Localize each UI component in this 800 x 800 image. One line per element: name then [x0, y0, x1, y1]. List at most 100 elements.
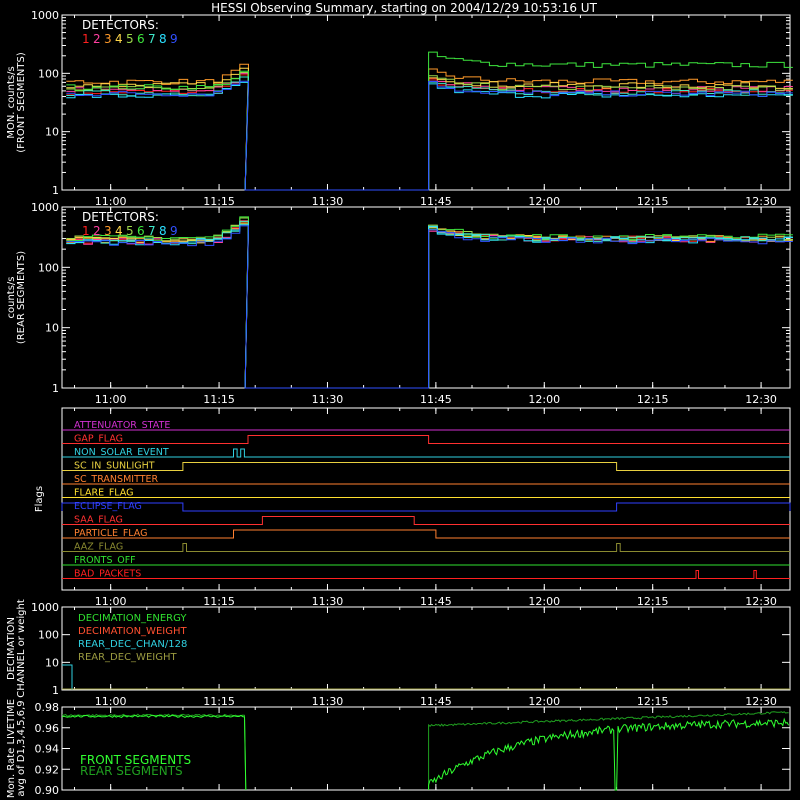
flag-label: SC_TRANSMITTER: [74, 474, 159, 485]
legend-detector: 8: [159, 32, 167, 46]
x-tick-label: 11:00: [95, 695, 127, 708]
panel-livetime: 0.900.920.940.960.98REAR SEGMENTSFRONT S…: [35, 701, 791, 797]
y-tick-label: 10: [45, 126, 59, 139]
y-tick-label: 100: [38, 261, 59, 274]
legend-detector: 9: [170, 224, 178, 238]
legend-item: DECIMATION_ENERGY: [78, 613, 187, 624]
series-detector-8: [66, 81, 793, 191]
y-tick-label: 0.98: [35, 701, 60, 714]
flag-line: [62, 570, 790, 579]
legend-detector: 6: [137, 32, 145, 46]
series-detector-4: [66, 67, 793, 191]
series-detector-1: [66, 74, 793, 191]
x-tick-label: 12:15: [637, 195, 669, 208]
y-tick-label: 1000: [31, 9, 59, 22]
flag-label: FLARE_FLAG: [74, 488, 134, 499]
x-tick-label: 11:30: [312, 393, 344, 406]
x-tick-label: 12:15: [637, 695, 669, 708]
chart-title: HESSI Observing Summary, starting on 200…: [211, 1, 597, 15]
x-tick-label: 11:00: [95, 393, 127, 406]
x-tick-label: 12:00: [528, 595, 560, 608]
legend-detector: 5: [126, 224, 134, 238]
legend-item: FRONT SEGMENTS: [80, 753, 191, 767]
x-tick-label: 11:00: [95, 195, 127, 208]
x-tick-label: 11:45: [420, 695, 452, 708]
y-axis-label: avg of D1,3,4,5,6,9: [16, 700, 27, 796]
flag-line: [62, 462, 790, 471]
series-detector-4: [66, 223, 793, 389]
y-tick-label: 10: [45, 322, 59, 335]
legend-detector: 6: [137, 224, 145, 238]
y-axis-label: Flags: [34, 486, 45, 512]
x-tick-label: 12:00: [528, 195, 560, 208]
panel-decimation: 11:00 11:15 11:30 11:45 12:00 12:15 12:30 1 10 10…: [31, 601, 791, 708]
flag-label: GAP_FLAG: [74, 434, 123, 445]
y-tick-label: 100: [38, 629, 59, 642]
flag-label: NON_SOLAR_EVENT: [74, 447, 169, 458]
hessi-summary-plot: HESSI Observing Summary, starting on 200…: [6, 1, 793, 798]
series-detector-3: [66, 221, 793, 389]
flag-label: PARTICLE_FLAG: [74, 528, 147, 539]
legend-detector: 3: [104, 224, 112, 238]
x-tick-label: 12:30: [745, 195, 777, 208]
flag-line: [62, 543, 790, 552]
legend-detector: 2: [93, 224, 101, 238]
y-tick-label: 1: [52, 684, 59, 697]
y-axis-label: (REAR SEGMENTS): [16, 251, 27, 344]
legend-detector: 5: [126, 32, 134, 46]
panel-flags: 11:00 11:15 11:30 11:45 12:00 12:15 12:30 Flags…: [34, 407, 791, 608]
y-axis-label: CHANNEL or weight: [16, 599, 27, 698]
legend-item: REAR_DEC_WEIGHT: [78, 652, 177, 663]
x-tick-label: 11:15: [203, 195, 235, 208]
legend-detector: 7: [148, 32, 156, 46]
flag-line: [62, 516, 790, 525]
series-rear-dec-chan: [62, 664, 73, 690]
legend-detector: 1: [82, 32, 90, 46]
x-tick-label: 12:30: [745, 393, 777, 406]
y-tick-label: 1: [52, 184, 59, 197]
series-detector-9: [66, 80, 793, 191]
legend-detector: 3: [104, 32, 112, 46]
x-tick-label: 11:15: [203, 393, 235, 406]
flag-line: [62, 529, 790, 539]
legend-title: DETECTORS:: [82, 210, 159, 224]
series-detector-7: [66, 76, 793, 191]
flag-label: SAA_FLAG: [74, 515, 123, 526]
panel-front: 11:00 11:15 11:30 11:45 12:00 12:15 12:30 1 10 10…: [31, 9, 793, 208]
legend-detector: 7: [148, 224, 156, 238]
legend-detector: 1: [82, 224, 90, 238]
x-tick-label: 11:45: [420, 393, 452, 406]
x-tick-label: 11:45: [420, 195, 452, 208]
x-tick-label: 11:45: [420, 595, 452, 608]
x-tick-label: 12:30: [745, 595, 777, 608]
series-detector-6: [66, 51, 793, 191]
y-tick-label: 0.90: [35, 784, 60, 797]
y-tick-label: 100: [38, 67, 59, 80]
y-tick-label: 0.94: [35, 743, 60, 756]
x-tick-label: 12:00: [528, 393, 560, 406]
y-tick-label: 1000: [31, 601, 59, 614]
x-tick-label: 11:15: [203, 595, 235, 608]
y-tick-label: 0.96: [35, 722, 60, 735]
flag-label: ATTENUATOR_STATE: [74, 420, 170, 431]
series-detector-2: [66, 220, 793, 389]
x-tick-label: 11:30: [312, 695, 344, 708]
x-tick-label: 12:00: [528, 695, 560, 708]
legend-detector: 2: [93, 32, 101, 46]
x-tick-label: 11:30: [312, 195, 344, 208]
legend-item: DECIMATION_WEIGHT: [78, 626, 187, 637]
flag-label: ECLIPSE_FLAG: [74, 501, 142, 512]
x-tick-label: 11:15: [203, 695, 235, 708]
flag-label: FRONTS_OFF: [74, 555, 136, 566]
y-tick-label: 1: [52, 382, 59, 395]
flag-label: AAZ_FLAG: [74, 542, 123, 553]
flag-line: [62, 435, 790, 444]
series-detector-9: [66, 225, 793, 389]
flag-line: [62, 448, 790, 458]
legend-detector: 4: [115, 224, 123, 238]
y-axis-label: (FRONT SEGMENTS): [16, 52, 27, 153]
legend-item: REAR_DEC_CHAN/128: [78, 639, 187, 650]
legend-title: DETECTORS:: [82, 18, 159, 32]
flag-line: [61, 502, 791, 512]
series-detector-1: [66, 220, 793, 389]
